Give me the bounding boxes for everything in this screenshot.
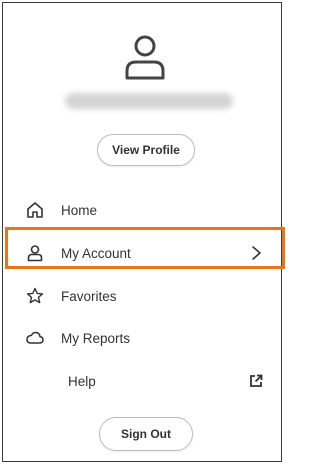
menu-item-label: My Reports — [61, 330, 131, 346]
menu-item-help[interactable]: Help — [11, 361, 281, 401]
user-icon — [27, 245, 43, 262]
user-name-blurred — [65, 93, 233, 109]
menu-item-home[interactable]: Home — [11, 190, 281, 230]
user-menu-panel: View Profile Home My Account Favorites M… — [2, 2, 282, 462]
star-icon — [26, 287, 44, 304]
menu-item-my-account[interactable]: My Account — [11, 233, 281, 273]
home-icon — [27, 202, 43, 218]
view-profile-button[interactable]: View Profile — [97, 134, 195, 166]
cloud-icon — [26, 331, 44, 344]
menu-item-label: My Account — [61, 245, 131, 261]
menu-item-my-reports[interactable]: My Reports — [11, 318, 281, 358]
chevron-right-icon — [252, 246, 261, 260]
menu-item-label: Home — [61, 202, 98, 218]
external-link-icon — [250, 374, 263, 387]
menu-item-label: Favorites — [61, 288, 117, 304]
sign-out-button[interactable]: Sign Out — [99, 417, 193, 451]
menu-item-label: Help — [68, 373, 96, 389]
menu-item-favorites[interactable]: Favorites — [11, 276, 281, 316]
user-avatar-icon — [125, 35, 165, 80]
